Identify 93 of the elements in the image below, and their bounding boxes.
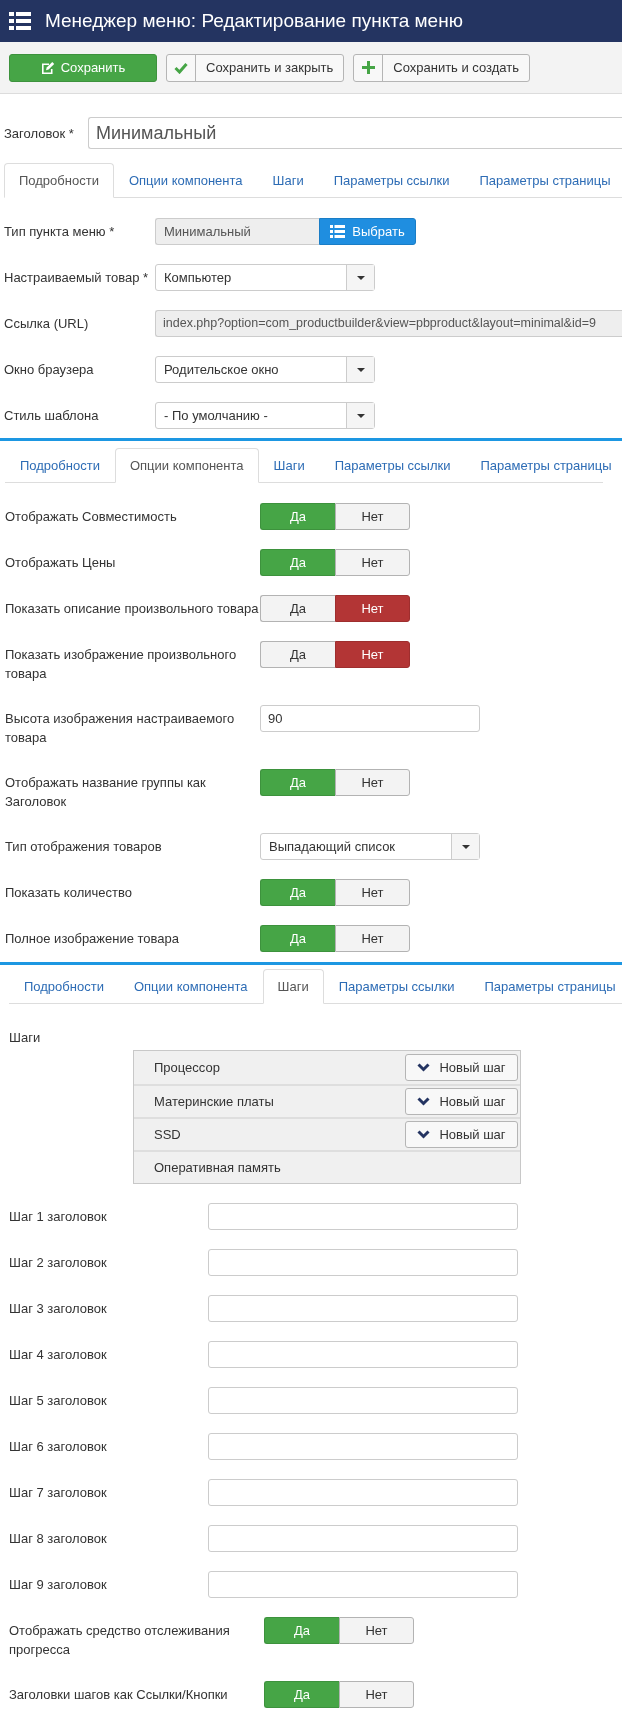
field-label: Полное изображение товара xyxy=(5,930,181,948)
text-field[interactable] xyxy=(208,1203,518,1230)
caret-icon xyxy=(356,413,365,418)
field-label: Шаг 3 заголовок xyxy=(9,1300,108,1318)
caret-icon xyxy=(461,844,470,849)
dropdown[interactable]: - По умолчанию - xyxy=(155,402,375,429)
no-button[interactable]: Нет xyxy=(339,1681,414,1708)
text-field[interactable] xyxy=(208,1433,518,1460)
chevron-down-icon xyxy=(417,1130,431,1139)
no-button[interactable]: Нет xyxy=(335,503,410,530)
field-label: Заголовки шагов как Ссылки/Кнопки xyxy=(9,1686,229,1704)
tab[interactable]: Параметры ссылки xyxy=(323,969,470,1004)
step-name: Процессор xyxy=(154,1060,220,1075)
field-label: Настраиваемый товар * xyxy=(4,269,150,287)
no-button[interactable]: Нет xyxy=(335,925,410,952)
step-name: Оперативная память xyxy=(154,1160,281,1175)
no-button[interactable]: Нет xyxy=(335,769,410,796)
no-button[interactable]: Нет xyxy=(335,641,410,668)
tab[interactable]: Шаги xyxy=(257,163,319,198)
field-label: Шаг 9 заголовок xyxy=(9,1576,108,1594)
text-field[interactable] xyxy=(208,1295,518,1322)
new-step-button[interactable]: Новый шаг xyxy=(405,1054,518,1081)
text-field[interactable] xyxy=(208,1341,518,1368)
save-close-button[interactable]: Сохранить и закрыть xyxy=(166,53,345,82)
edit-icon xyxy=(40,60,55,75)
field-label: Отображать название группы как Заголовок xyxy=(5,774,207,811)
text-field[interactable] xyxy=(208,1525,518,1552)
no-button[interactable]: Нет xyxy=(335,595,410,622)
field-label: Шаг 7 заголовок xyxy=(9,1484,108,1502)
field-label: Заголовок * xyxy=(4,125,75,141)
field-label: Шаг 8 заголовок xyxy=(9,1530,108,1548)
tab[interactable]: Шаги xyxy=(262,969,324,1004)
text-field[interactable] xyxy=(208,1249,518,1276)
no-button[interactable]: Нет xyxy=(335,879,410,906)
dropdown[interactable]: Компьютер xyxy=(155,264,375,291)
field-label: Показать описание произвольного товара xyxy=(5,600,260,618)
field-label: Шаг 6 заголовок xyxy=(9,1438,108,1456)
plus-icon xyxy=(361,61,375,74)
caret-icon xyxy=(356,275,365,280)
caret-icon xyxy=(356,367,365,372)
field-label: Показать количество xyxy=(5,884,133,902)
tab[interactable]: Шаги xyxy=(258,448,320,483)
new-step-button[interactable]: Новый шаг xyxy=(405,1088,518,1115)
tab[interactable]: Подробности xyxy=(9,969,119,1004)
yes-button[interactable]: Да xyxy=(260,595,335,622)
tab[interactable]: Параметры ссылки xyxy=(318,163,465,198)
field-label: Шаг 1 заголовок xyxy=(9,1208,108,1226)
dropdown[interactable]: Родительское окно xyxy=(155,356,375,383)
field-label: Отображать Цены xyxy=(5,554,117,572)
field-label: Показать изображение произвольного товара xyxy=(5,646,238,683)
no-button[interactable]: Нет xyxy=(339,1617,414,1644)
field-label: Шаг 2 заголовок xyxy=(9,1254,108,1272)
tab[interactable]: Опции компонента xyxy=(113,163,258,198)
no-button[interactable]: Нет xyxy=(335,549,410,576)
text-field[interactable] xyxy=(208,1479,518,1506)
list-icon xyxy=(9,12,31,30)
page-title: Менеджер меню: Редактирование пункта меню xyxy=(45,10,463,32)
step-name: Материнские платы xyxy=(154,1094,274,1109)
check-icon xyxy=(174,61,188,74)
save-new-button[interactable]: Сохранить и создать xyxy=(353,53,530,82)
field-label: Шаг 4 заголовок xyxy=(9,1346,108,1364)
tab[interactable]: Параметры страницы xyxy=(469,969,622,1004)
tab[interactable]: Опции компонента xyxy=(114,448,259,483)
field-label: Окно браузера xyxy=(4,361,95,379)
field-label: Высота изображения настраиваемого товара xyxy=(5,710,236,747)
url-field: index.php?option=com_productbuilder&view=pbproduct&layout=minimal&id=9 xyxy=(155,310,622,337)
field-label: Отображать Совместимость xyxy=(5,508,178,526)
tab[interactable]: Подробности xyxy=(4,163,114,198)
field-label: Тип пункта меню * xyxy=(4,223,116,241)
text-field[interactable] xyxy=(208,1387,518,1414)
field-label: Шаг 5 заголовок xyxy=(9,1392,108,1410)
chevron-down-icon xyxy=(417,1097,431,1106)
yes-button[interactable]: Да xyxy=(260,641,335,668)
list-icon xyxy=(330,225,346,238)
text-field[interactable]: 90 xyxy=(260,705,480,732)
field-label: Стиль шаблона xyxy=(4,407,100,425)
tab[interactable]: Подробности xyxy=(5,448,115,483)
tab[interactable]: Параметры ссылки xyxy=(319,448,466,483)
field-label: Отображать средство отслеживания прогресса xyxy=(9,1622,231,1659)
tab[interactable]: Параметры страницы xyxy=(465,448,622,483)
title-field[interactable]: Минимальный xyxy=(88,117,622,149)
field-label: Ссылка (URL) xyxy=(4,315,90,333)
chevron-down-icon xyxy=(417,1063,431,1072)
tab[interactable]: Опции компонента xyxy=(118,969,263,1004)
tab[interactable]: Параметры страницы xyxy=(464,163,622,198)
step-name: SSD xyxy=(154,1127,181,1142)
field-label: Тип отображения товаров xyxy=(5,838,163,856)
select-button[interactable]: Выбрать xyxy=(319,218,416,245)
new-step-button[interactable]: Новый шаг xyxy=(405,1121,518,1148)
text-field[interactable] xyxy=(208,1571,518,1598)
field-label: Шаги xyxy=(9,1029,42,1047)
readonly-field: Минимальный xyxy=(155,218,319,245)
dropdown[interactable]: Выпадающий список xyxy=(260,833,480,860)
